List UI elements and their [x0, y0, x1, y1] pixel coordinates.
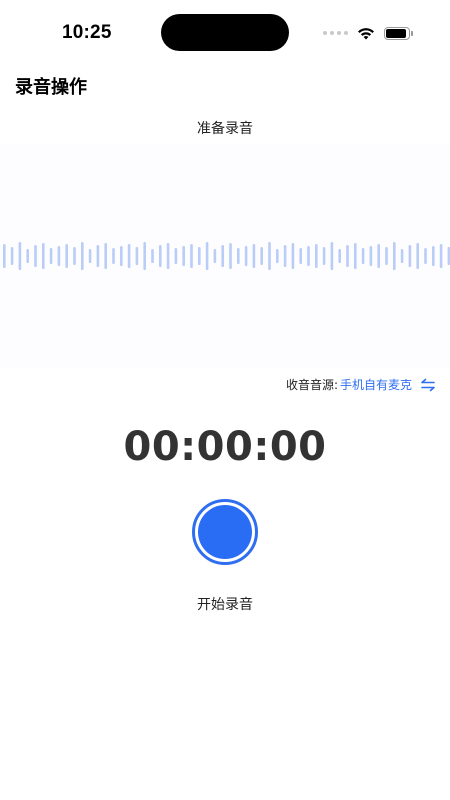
waveform-bar: [260, 247, 263, 265]
waveform-bar: [42, 243, 45, 269]
waveform-bar: [18, 242, 22, 270]
swap-arrows-icon[interactable]: [420, 378, 436, 392]
waveform-bar: [174, 248, 178, 264]
waveform-bar: [322, 247, 326, 265]
waveform-bar: [408, 245, 412, 267]
waveform-bar: [400, 249, 404, 263]
waveform-bar: [88, 249, 92, 263]
audio-source-value[interactable]: 手机自有麦克: [340, 376, 412, 393]
waveform-bar: [424, 248, 427, 264]
waveform-area: [0, 144, 450, 368]
waveform-bar: [213, 249, 217, 263]
waveform-bar: [221, 245, 224, 267]
waveform-bar: [49, 248, 53, 264]
waveform-bar: [34, 245, 37, 267]
audio-source-row[interactable]: 收音音源: 手机自有麦克: [286, 376, 436, 393]
waveform-bar: [369, 246, 373, 266]
battery-icon: [384, 26, 413, 40]
waveform-bar: [354, 243, 357, 269]
record-button-label: 开始录音: [197, 597, 253, 613]
waveform-bar: [299, 248, 302, 264]
waveform-bar: [416, 243, 419, 269]
status-icons: [323, 24, 413, 42]
waveform-bar: [338, 249, 341, 263]
waveform-bar: [361, 248, 365, 264]
waveform-bar: [96, 245, 100, 267]
waveform-bar: [268, 242, 271, 270]
record-button[interactable]: [192, 499, 258, 565]
waveform-bar: [10, 247, 14, 265]
waveform-bar: [198, 247, 201, 265]
waveform-bar: [244, 246, 248, 266]
record-dot-icon: [198, 505, 252, 559]
waveform-bar: [26, 249, 29, 263]
waveform-bar: [190, 244, 193, 268]
waveform-icon: [3, 242, 450, 270]
waveform-bar: [127, 244, 131, 268]
status-time: 10:25: [62, 22, 112, 43]
waveform-bar: [135, 247, 139, 265]
waveform-bar: [237, 248, 240, 264]
wifi-icon: [358, 27, 374, 39]
waveform-bar: [182, 246, 185, 266]
waveform-bar: [385, 247, 388, 265]
waveform-bar: [377, 244, 380, 268]
dynamic-island: [161, 14, 289, 51]
waveform-bar: [112, 248, 115, 264]
waveform-bar: [120, 246, 123, 266]
waveform-bar: [439, 244, 443, 268]
waveform-bar: [65, 244, 68, 268]
waveform-bar: [307, 246, 310, 266]
waveform-bar: [81, 242, 84, 270]
recording-timer: 00:00:00: [123, 424, 327, 470]
status-bar: 10:25: [0, 0, 450, 64]
waveform-bar: [330, 242, 334, 270]
waveform-bar: [151, 249, 154, 263]
page-title: 录音操作: [15, 77, 87, 98]
waveform-bar: [315, 244, 318, 268]
signal-dots-icon: [323, 31, 348, 35]
waveform-bar: [73, 247, 76, 265]
waveform-bar: [346, 245, 349, 267]
waveform-bar: [143, 242, 146, 270]
waveform-bar: [3, 244, 6, 268]
waveform-bar: [229, 243, 232, 269]
waveform-bar: [205, 242, 209, 270]
waveform-bar: [104, 243, 107, 269]
waveform-bar: [432, 246, 435, 266]
audio-source-label: 收音音源:: [285, 378, 338, 392]
battery-fill: [386, 28, 406, 38]
waveform-bar: [393, 242, 396, 270]
recording-status: 准备录音: [197, 121, 253, 137]
waveform-bar: [159, 245, 162, 267]
waveform-bar: [252, 244, 256, 268]
waveform-bar: [57, 246, 61, 266]
waveform-bar: [166, 243, 170, 269]
waveform-bar: [283, 245, 287, 267]
waveform-bar: [276, 249, 279, 263]
waveform-bar: [291, 243, 295, 269]
